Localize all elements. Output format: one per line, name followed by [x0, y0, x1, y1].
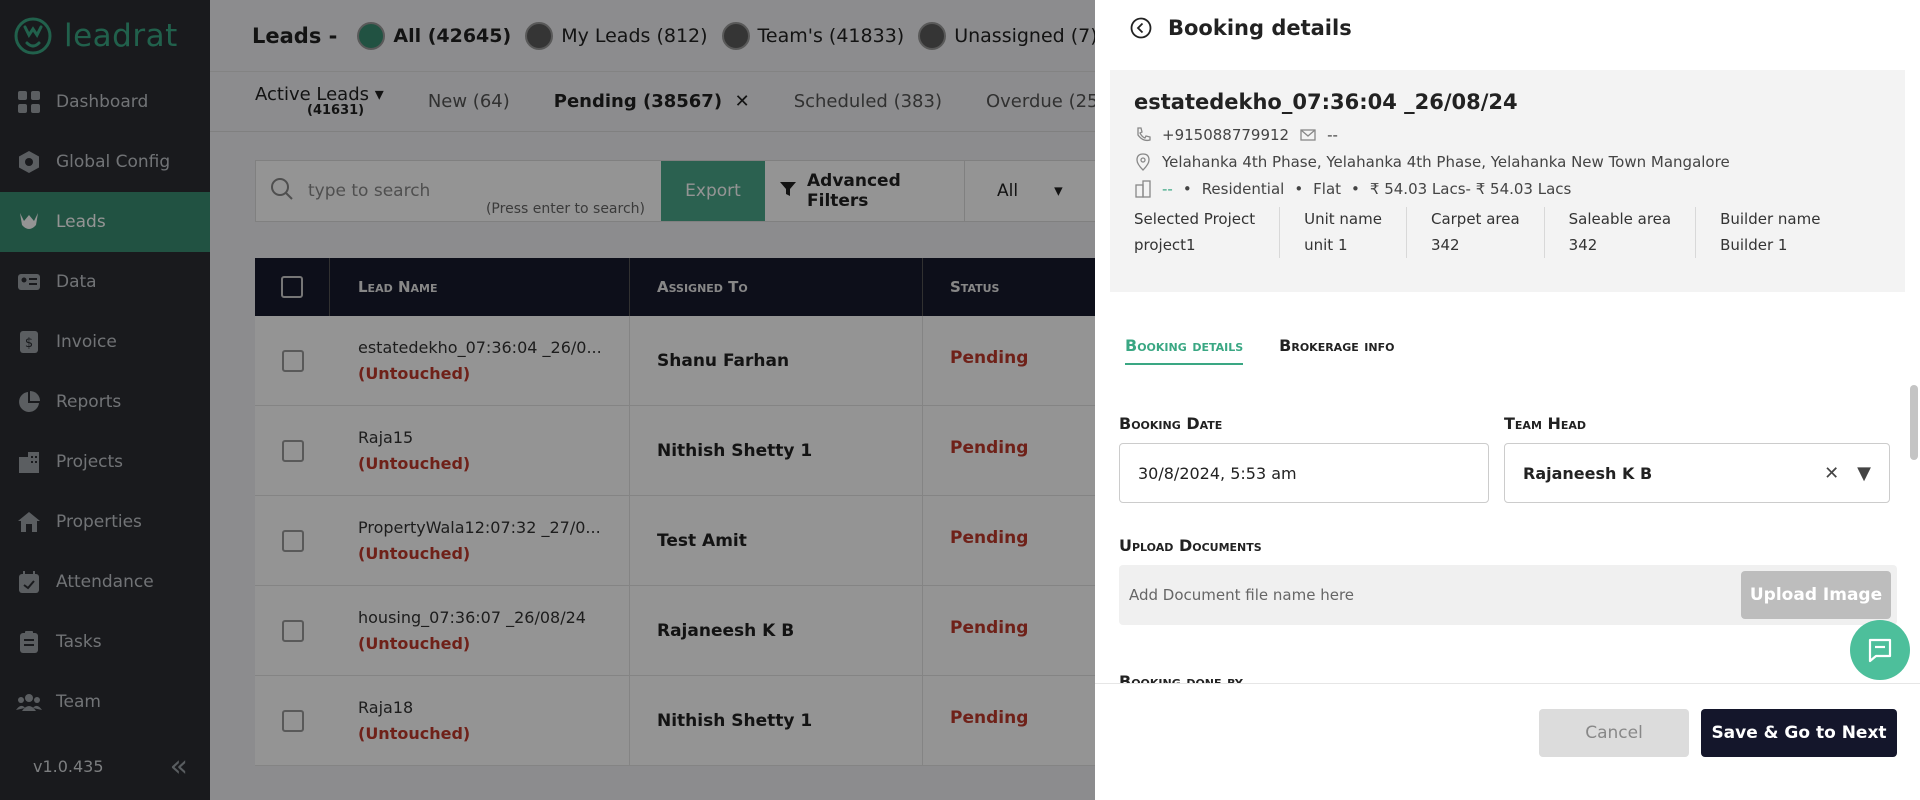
document-name-field[interactable]: Add Document file name here Upload Image: [1119, 565, 1897, 625]
property-sub-type: Flat: [1313, 180, 1342, 198]
bullet-separator: •: [1294, 180, 1304, 198]
chevron-down-icon[interactable]: ▼: [1857, 463, 1871, 484]
drawer-title: Booking details: [1168, 16, 1352, 40]
upload-documents-label: Upload Documents: [1119, 536, 1262, 555]
detail-unit-name: Unit name unit 1: [1280, 207, 1407, 258]
detail-builder-name: Builder name Builder 1: [1696, 207, 1844, 258]
chat-icon: [1868, 638, 1892, 663]
lead-name-heading: estatedekho_07:36:04 _26/08/24: [1134, 90, 1518, 114]
save-and-next-button[interactable]: Save & Go to Next: [1701, 709, 1897, 757]
team-head-select[interactable]: Rajaneesh K B ✕ ▼: [1504, 443, 1890, 503]
lead-email: --: [1327, 126, 1338, 144]
tab-booking-details[interactable]: Booking details: [1125, 336, 1244, 365]
drawer-header: Booking details: [1095, 0, 1920, 56]
detail-label: Builder name: [1720, 210, 1821, 228]
bullet-separator: •: [1182, 180, 1192, 198]
drawer-scrollbar[interactable]: [1910, 385, 1918, 460]
property-type: Residential: [1201, 180, 1285, 198]
booking-drawer: Booking details estatedekho_07:36:04 _26…: [1095, 0, 1920, 800]
unit-details-grid: Selected Project project1 Unit name unit…: [1134, 207, 1881, 258]
booking-date-field[interactable]: 30/8/2024, 5:53 am: [1119, 443, 1489, 503]
price-range: ₹ 54.03 Lacs- ₹ 54.03 Lacs: [1369, 180, 1572, 198]
detail-label: Selected Project: [1134, 210, 1256, 228]
drawer-tabs: Booking details Brokerage info: [1125, 336, 1394, 365]
modal-backdrop[interactable]: [0, 0, 1095, 800]
team-head-label: Team Head: [1504, 414, 1587, 433]
drawer-footer: Cancel Save & Go to Next: [1095, 683, 1920, 800]
bullet-separator: •: [1351, 180, 1360, 198]
detail-value: Builder 1: [1720, 235, 1788, 254]
detail-label: Carpet area: [1430, 210, 1520, 228]
location-pin-icon: [1136, 153, 1150, 171]
clear-icon[interactable]: ✕: [1824, 463, 1839, 484]
chat-support-button[interactable]: [1850, 620, 1910, 680]
lead-address: Yelahanka 4th Phase, Yelahanka 4th Phase…: [1162, 153, 1730, 171]
detail-label: Unit name: [1304, 210, 1382, 228]
detail-value: 342: [1568, 235, 1598, 254]
document-name-placeholder: Add Document file name here: [1129, 586, 1355, 604]
lead-phone[interactable]: +915088779912: [1162, 126, 1289, 144]
property-meta-line: -- • Residential • Flat • ₹ 54.03 Lacs- …: [1134, 180, 1881, 198]
team-head-value: Rajaneesh K B: [1523, 463, 1653, 483]
detail-value: unit 1: [1304, 235, 1348, 254]
phone-icon: [1137, 127, 1151, 142]
upload-image-button[interactable]: Upload Image: [1741, 571, 1891, 619]
address-line: Yelahanka 4th Phase, Yelahanka 4th Phase…: [1134, 153, 1881, 171]
meta-dash: --: [1162, 180, 1173, 198]
detail-carpet-area: Carpet area 342: [1407, 207, 1545, 258]
back-arrow-icon[interactable]: [1130, 17, 1152, 39]
tab-brokerage-info[interactable]: Brokerage info: [1279, 336, 1394, 365]
detail-value: 342: [1430, 235, 1460, 254]
detail-saleable-area: Saleable area 342: [1545, 207, 1697, 258]
building-icon: [1135, 180, 1151, 198]
lead-summary-card: estatedekho_07:36:04 _26/08/24 +91508877…: [1110, 70, 1905, 292]
detail-selected-project: Selected Project project1: [1134, 207, 1281, 258]
cancel-button[interactable]: Cancel: [1539, 709, 1689, 757]
detail-value: project1: [1134, 235, 1196, 254]
contact-line: +915088779912 --: [1134, 126, 1881, 144]
booking-date-label: Booking Date: [1119, 414, 1223, 433]
detail-label: Saleable area: [1568, 210, 1672, 228]
mail-icon: [1300, 129, 1316, 141]
